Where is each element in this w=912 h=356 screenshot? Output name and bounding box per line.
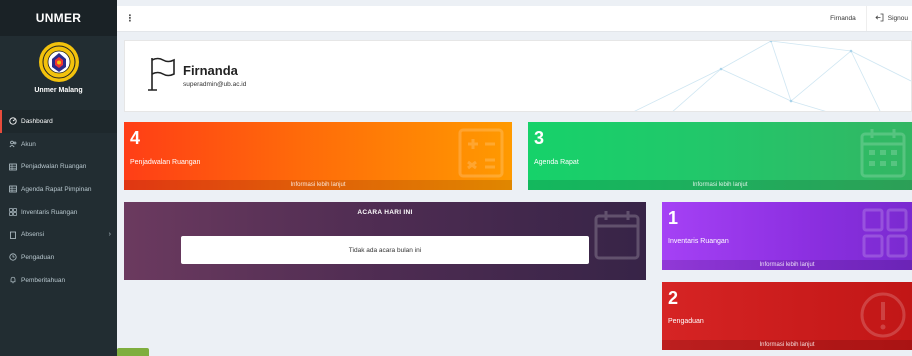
more-info-link[interactable]: Informasi lebih lanjut	[662, 340, 912, 350]
calculator-icon	[458, 128, 504, 178]
network-pattern-icon	[634, 41, 911, 111]
sidebar-item-dashboard[interactable]: Dashboard	[0, 110, 117, 133]
university-logo-icon	[38, 42, 79, 82]
alert-icon	[860, 292, 906, 338]
sidebar-item-absensi[interactable]: Absensi ›	[0, 223, 117, 246]
clipboard-icon	[8, 231, 18, 239]
sidebar-item-penjadwalan-ruangan[interactable]: Penjadwalan Ruangan	[0, 155, 117, 178]
dashboard-icon	[8, 117, 18, 125]
calendar-icon	[594, 211, 640, 260]
stat-count: 1	[668, 208, 679, 228]
sidebar-item-label: Agenda Rapat Pimpinan	[21, 185, 92, 193]
stat-box-pengaduan: 2 Pengaduan Informasi lebih lanjut	[662, 282, 912, 350]
org-name: Unmer Malang	[34, 87, 83, 94]
brand-title[interactable]: UNMER	[0, 0, 117, 36]
sidebar-item-inventaris-ruangan[interactable]: Inventaris Ruangan	[0, 201, 117, 224]
stat-box-penjadwalan-ruangan: 4 Penjadwalan Ruangan Informasi lebih la…	[124, 122, 512, 190]
grid-icon	[862, 208, 908, 258]
signout-label: Signou	[887, 15, 908, 22]
sidebar-item-label: Penjadwalan Ruangan	[21, 163, 87, 171]
sidebar-item-akun[interactable]: Akun	[0, 133, 117, 156]
sidebar-item-label: Absensi	[21, 231, 45, 239]
more-info-link[interactable]: Informasi lebih lanjut	[528, 180, 912, 190]
more-info-link[interactable]: Informasi lebih lanjut	[662, 260, 912, 270]
sidebar-nav: Dashboard Akun Penjadwalan Ruangan Agend…	[0, 110, 117, 292]
stat-box-inventaris-ruangan: 1 Inventaris Ruangan Informasi lebih lan…	[662, 202, 912, 270]
table-icon	[8, 185, 18, 193]
top-navbar: ⋮ Firnanda Signou	[117, 6, 912, 32]
more-info-link[interactable]: Informasi lebih lanjut	[124, 180, 512, 190]
chevron-right-icon: ›	[108, 231, 111, 239]
grid-icon	[8, 208, 18, 216]
users-icon	[8, 140, 18, 148]
sidebar-item-label: Pemberitahuan	[21, 276, 66, 284]
sidebar-item-label: Dashboard	[21, 117, 53, 125]
stat-label: Inventaris Ruangan	[668, 238, 729, 245]
top-right-menu: Firnanda Signou	[820, 6, 912, 31]
profile-name: Firnanda	[183, 63, 238, 78]
stat-box-agenda-rapat: 3 Agenda Rapat Informasi lebih lanjut	[528, 122, 912, 190]
sidebar-item-label: Pengaduan	[21, 253, 55, 261]
sidebar-item-pemberitahuan[interactable]: Pemberitahuan	[0, 269, 117, 292]
stat-label: Agenda Rapat	[534, 159, 579, 166]
bell-icon	[8, 276, 18, 284]
sidebar-item-label: Inventaris Ruangan	[21, 208, 78, 216]
menu-toggle-icon[interactable]: ⋮	[123, 13, 137, 24]
flag-icon	[147, 56, 177, 97]
corner-tag	[117, 348, 149, 356]
profile-email: superadmin@ub.ac.id	[183, 81, 247, 88]
sidebar: UNMER Unmer Malang Dashboard Akun Penjad…	[0, 0, 117, 356]
table-icon	[8, 163, 18, 171]
stat-count: 2	[668, 288, 679, 308]
calendar-icon	[860, 129, 906, 178]
sidebar-item-pengaduan[interactable]: Pengaduan	[0, 246, 117, 269]
stat-count: 4	[130, 128, 141, 148]
user-menu-link[interactable]: Firnanda	[820, 6, 867, 31]
stat-label: Pengaduan	[668, 318, 704, 325]
clock-icon	[8, 253, 18, 262]
profile-card: Firnanda superadmin@ub.ac.id	[124, 40, 912, 112]
signout-icon	[875, 13, 884, 24]
logo-section: Unmer Malang	[0, 36, 117, 106]
today-events-panel: ACARA HARI INI Tidak ada acara bulan ini	[124, 202, 646, 280]
stat-label: Penjadwalan Ruangan	[130, 159, 201, 166]
sidebar-item-agenda-rapat-pimpinan[interactable]: Agenda Rapat Pimpinan	[0, 178, 117, 201]
empty-events-message: Tidak ada acara bulan ini	[181, 236, 589, 264]
signout-button[interactable]: Signou	[867, 6, 912, 31]
stat-count: 3	[534, 128, 545, 148]
panel-title: ACARA HARI INI	[357, 209, 413, 216]
sidebar-item-label: Akun	[21, 140, 36, 148]
